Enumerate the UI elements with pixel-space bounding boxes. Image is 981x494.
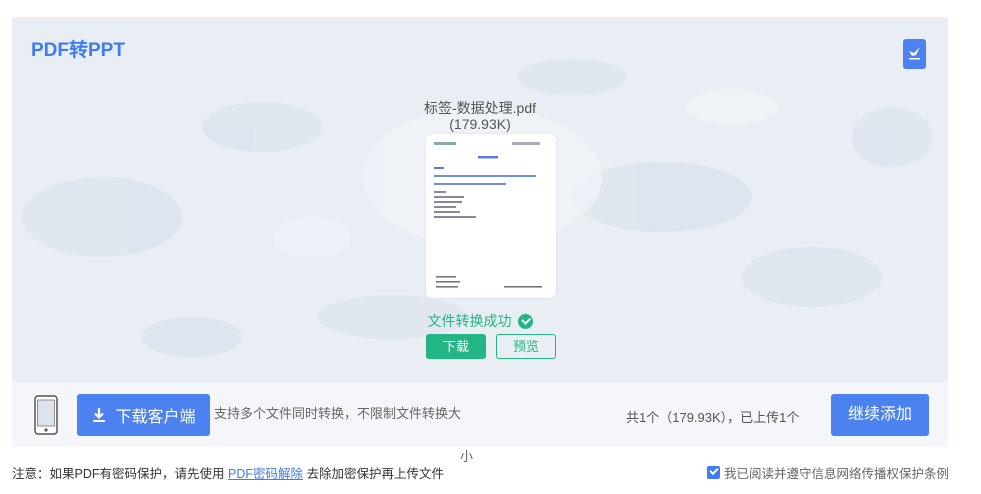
continue-add-button[interactable]: 继续添加: [831, 394, 929, 436]
check-circle-icon: [517, 313, 533, 329]
preview-button[interactable]: 预览: [496, 334, 556, 359]
agreement: 我已阅读并遵守信息网络传播权保护条例: [706, 463, 949, 482]
file-size: (179.93K): [449, 116, 511, 132]
download-arrow-icon: [93, 408, 106, 422]
agree-text[interactable]: 我已阅读并遵守信息网络传播权保护条例: [724, 463, 949, 482]
converter-card: PDF转PPT 标签-数据处理.pdf (179.93K) 文件转换成功 下载 …: [12, 17, 948, 383]
note-suffix: 去除加密保护再上传文件: [303, 467, 444, 481]
upload-count: 共1个（179.93K），已上传1个: [626, 410, 800, 425]
support-text: 支持多个文件同时转换，不限制文件转换大: [214, 406, 462, 421]
download-button[interactable]: 下载: [426, 334, 486, 359]
support-text-tail: 小: [460, 449, 474, 464]
file-name: 标签-数据处理.pdf: [423, 100, 536, 116]
bottom-toolbar: 下载客户端 支持多个文件同时转换，不限制文件转换大 小 共1个（179.93K）…: [12, 383, 948, 464]
status-text: 文件转换成功: [427, 313, 512, 329]
bird-logo-icon[interactable]: [903, 39, 926, 69]
agree-checkbox[interactable]: [706, 466, 720, 479]
app-title: PDF转PPT: [31, 40, 125, 61]
conversion-status: 文件转换成功: [12, 311, 948, 331]
document-preview-icon: [434, 142, 542, 288]
download-client-button[interactable]: 下载客户端: [77, 394, 210, 436]
download-client-label: 下载客户端: [115, 409, 196, 426]
pdf-thumbnail[interactable]: [426, 134, 556, 298]
mobile-phone-icon: [34, 395, 58, 435]
password-note: 注意：如果PDF有密码保护，请先使用 PDF密码解除 去除加密保护再上传文件: [12, 463, 444, 482]
note-prefix: 注意：如果PDF有密码保护，请先使用: [12, 467, 228, 481]
pdf-unlock-link[interactable]: PDF密码解除: [228, 467, 303, 481]
